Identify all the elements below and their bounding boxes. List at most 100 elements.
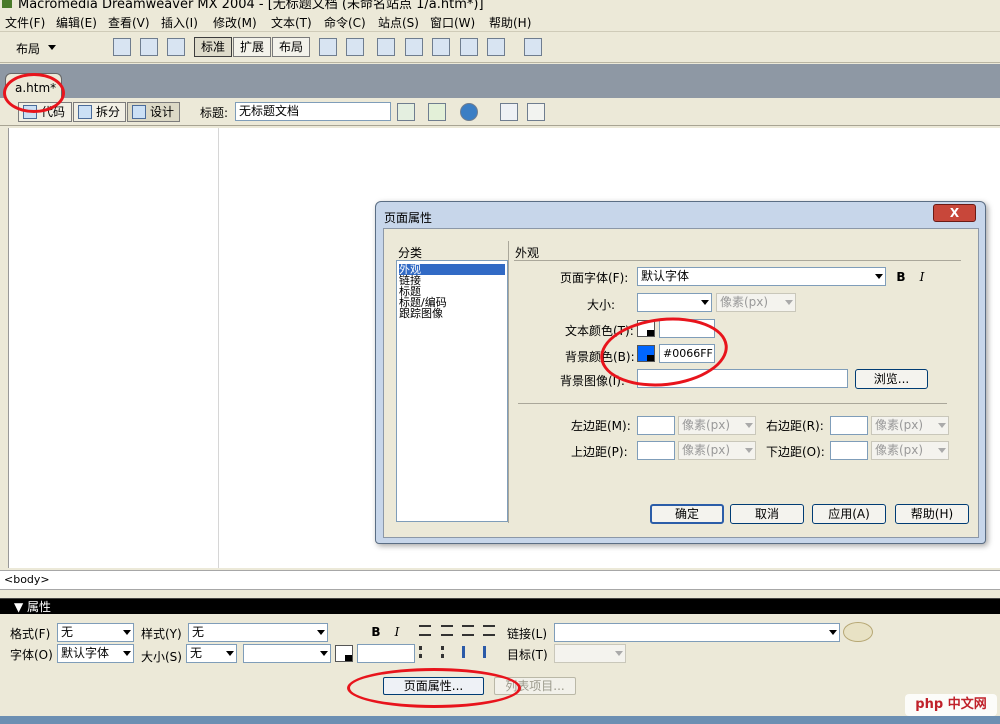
doc-title-input[interactable]: 无标题文档	[235, 102, 391, 121]
frames-icon[interactable]	[487, 38, 505, 56]
chevron-down-icon	[938, 448, 946, 453]
italic-button[interactable]: I	[389, 624, 405, 640]
dialog-italic-button[interactable]: I	[914, 269, 930, 285]
format-select[interactable]: 无	[57, 623, 134, 642]
help-button[interactable]: 帮助(H)	[895, 504, 969, 524]
justify-icon[interactable]	[483, 625, 495, 636]
insert-category-label[interactable]: 布局	[16, 40, 40, 57]
split-view-icon	[78, 105, 92, 119]
font-size-unit-select[interactable]: 像素(px)	[716, 293, 796, 312]
close-button[interactable]: X	[933, 204, 976, 222]
left-margin-input[interactable]	[637, 416, 675, 435]
chevron-down-icon	[745, 448, 753, 453]
align-right-icon[interactable]	[462, 625, 474, 636]
preview-globe-icon[interactable]	[460, 103, 478, 121]
align-left-icon[interactable]	[419, 625, 431, 636]
menu-text[interactable]: 文本(T)	[271, 14, 312, 31]
top-margin-unit[interactable]: 像素(px)	[678, 441, 756, 460]
align-center-icon[interactable]	[441, 625, 453, 636]
mode-layout-button[interactable]: 布局	[272, 37, 310, 57]
layer-icon[interactable]	[140, 38, 158, 56]
right-margin-input[interactable]	[830, 416, 868, 435]
section-rule	[514, 260, 961, 261]
menu-commands[interactable]: 命令(C)	[324, 14, 366, 31]
validate-icon[interactable]	[397, 103, 415, 121]
body-tag[interactable]: <body>	[4, 573, 50, 586]
bold-button[interactable]: B	[368, 624, 384, 640]
menu-window[interactable]: 窗口(W)	[430, 14, 475, 31]
size-label: 大小(S)	[141, 650, 182, 664]
file-transfer-icon[interactable]	[428, 103, 446, 121]
div-icon[interactable]	[377, 38, 395, 56]
refresh-icon[interactable]	[500, 103, 518, 121]
target-label: 目标(T)	[507, 648, 548, 662]
menu-modify[interactable]: 修改(M)	[213, 14, 257, 31]
menu-site[interactable]: 站点(S)	[378, 14, 419, 31]
view-options-icon[interactable]	[527, 103, 545, 121]
menu-edit[interactable]: 编辑(E)	[56, 14, 97, 31]
doc-title-label: 标题:	[200, 106, 229, 120]
menu-file[interactable]: 文件(F)	[5, 14, 45, 31]
menu-view[interactable]: 查看(V)	[108, 14, 150, 31]
layout-table-icon[interactable]	[319, 38, 337, 56]
font-size-select[interactable]	[637, 293, 712, 312]
font-value: 默认字体	[61, 646, 110, 660]
text-color-input[interactable]	[357, 644, 415, 663]
category-item-tracing-image[interactable]: 跟踪图像	[399, 308, 505, 319]
insert-row-icon[interactable]	[405, 38, 423, 56]
top-margin-unit-value: 像素(px)	[682, 443, 731, 457]
split-view-button[interactable]: 拆分	[73, 102, 126, 122]
document-tab-strip	[0, 64, 1000, 98]
style-select[interactable]: 无	[188, 623, 328, 642]
page-font-select[interactable]: 默认字体	[637, 267, 886, 286]
indent-icon[interactable]	[483, 646, 499, 658]
layout-cell-icon[interactable]	[346, 38, 364, 56]
mode-standard-button[interactable]: 标准	[194, 37, 232, 57]
tabular-data-icon[interactable]	[524, 38, 542, 56]
unordered-list-icon[interactable]	[419, 646, 435, 658]
chevron-down-icon	[701, 300, 709, 305]
right-margin-unit-value: 像素(px)	[875, 418, 924, 432]
font-size-label: 大小:	[587, 298, 616, 312]
design-view-button[interactable]: 设计	[127, 102, 180, 122]
style-value: 无	[192, 625, 205, 639]
properties-header-label: ▼ 属性	[14, 600, 52, 614]
outdent-icon[interactable]	[462, 646, 478, 658]
point-to-file-icon[interactable]	[843, 622, 873, 642]
size-select[interactable]: 无	[186, 644, 237, 663]
menu-help[interactable]: 帮助(H)	[489, 14, 531, 31]
frame-icon[interactable]	[167, 38, 185, 56]
text-color-swatch[interactable]	[335, 645, 353, 662]
dialog-bold-button[interactable]: B	[893, 269, 909, 285]
chevron-down-icon	[938, 423, 946, 428]
table-icon[interactable]	[113, 38, 131, 56]
panel-splitter[interactable]	[0, 590, 1000, 598]
browse-button[interactable]: 浏览...	[855, 369, 928, 389]
cancel-button[interactable]: 取消	[730, 504, 804, 524]
bottom-margin-unit-value: 像素(px)	[875, 443, 924, 457]
target-select[interactable]	[554, 644, 626, 663]
iframe-icon[interactable]	[460, 38, 478, 56]
ok-button[interactable]: 确定	[650, 504, 724, 524]
size-unit-select[interactable]	[243, 644, 331, 663]
apply-button[interactable]: 应用(A)	[812, 504, 886, 524]
section-title: 外观	[515, 246, 540, 260]
left-margin-unit[interactable]: 像素(px)	[678, 416, 756, 435]
category-chevron-down-icon[interactable]	[48, 45, 56, 50]
font-select[interactable]: 默认字体	[57, 644, 134, 663]
font-label: 字体(O)	[10, 648, 53, 662]
color-picker-icon	[345, 655, 352, 661]
top-margin-input[interactable]	[637, 441, 675, 460]
properties-header[interactable]: ▼ 属性	[0, 598, 1000, 614]
mode-expanded-button[interactable]: 扩展	[233, 37, 271, 57]
insert-column-icon[interactable]	[432, 38, 450, 56]
ordered-list-icon[interactable]	[441, 646, 457, 658]
link-input[interactable]	[554, 623, 840, 642]
category-header: 分类	[398, 246, 423, 260]
menu-insert[interactable]: 插入(I)	[161, 14, 198, 31]
right-margin-unit[interactable]: 像素(px)	[871, 416, 949, 435]
bottom-margin-input[interactable]	[830, 441, 868, 460]
page-font-value: 默认字体	[641, 269, 690, 283]
chevron-down-icon	[615, 651, 623, 656]
bottom-margin-unit[interactable]: 像素(px)	[871, 441, 949, 460]
